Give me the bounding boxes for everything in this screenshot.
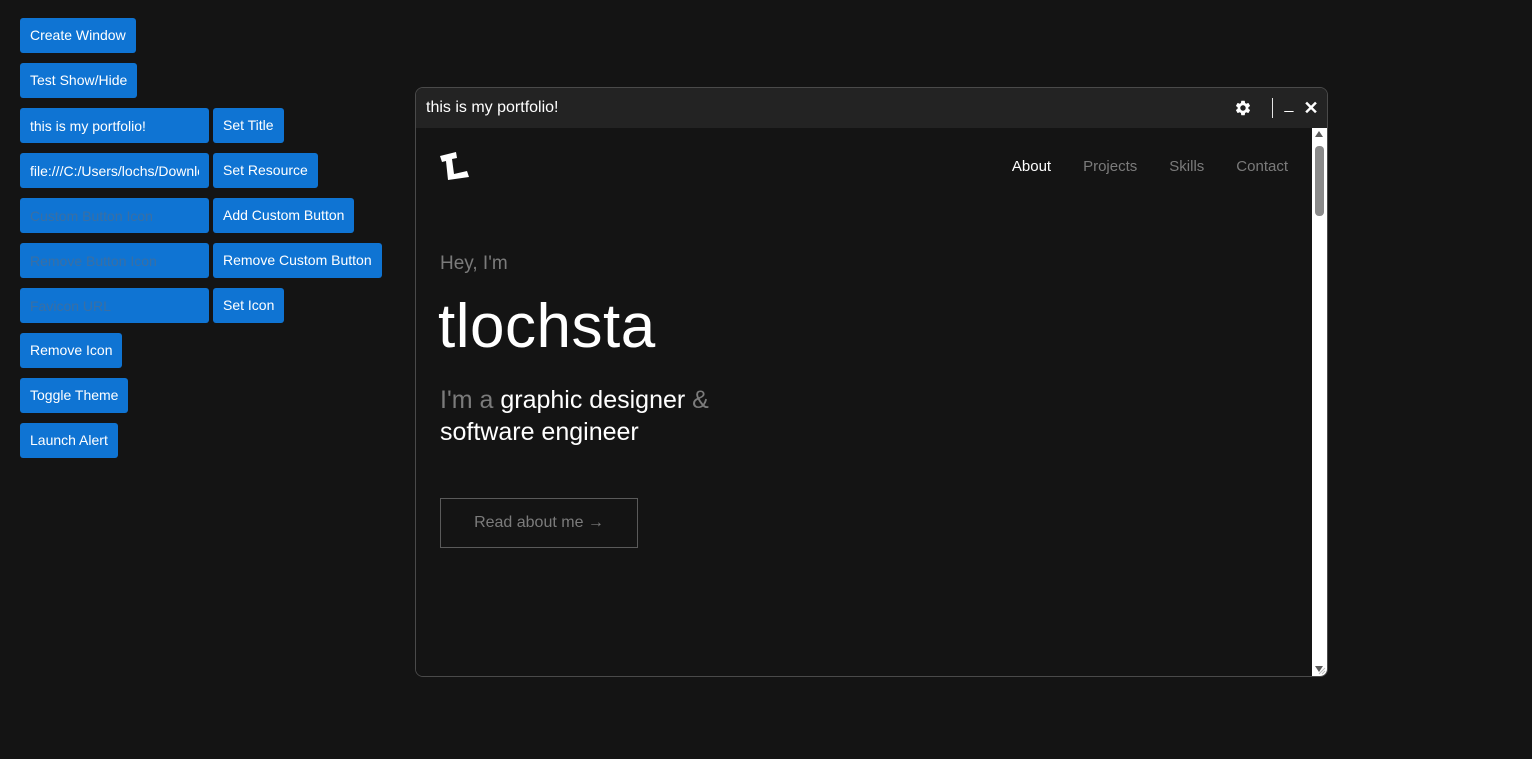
row-favicon: Set Icon [20, 288, 382, 323]
minimize-icon[interactable]: _ [1281, 97, 1297, 118]
remove-icon-button[interactable]: Remove Icon [20, 333, 123, 368]
row-show-hide: Test Show/Hide [20, 63, 382, 98]
gear-icon[interactable] [1234, 99, 1252, 117]
nav-contact[interactable]: Contact [1236, 158, 1288, 175]
row-resource: Set Resource [20, 153, 382, 188]
set-title-button[interactable]: Set Title [213, 108, 284, 143]
hero-name: tlochsta [438, 292, 656, 361]
row-create: Create Window [20, 18, 382, 53]
window-title: this is my portfolio! [426, 99, 559, 116]
greeting: Hey, I'm [440, 253, 508, 274]
resize-grip-icon[interactable] [1318, 667, 1326, 675]
set-resource-button[interactable]: Set Resource [213, 153, 318, 188]
row-theme: Toggle Theme [20, 378, 382, 413]
window-titlebar[interactable]: this is my portfolio! _ ✕ [416, 88, 1327, 128]
remove-button-icon-input[interactable] [20, 243, 209, 278]
custom-button-icon-input[interactable] [20, 198, 209, 233]
title-input[interactable] [20, 108, 209, 143]
tagline-prefix: I'm a [440, 386, 494, 414]
add-custom-button[interactable]: Add Custom Button [213, 198, 355, 233]
close-icon[interactable]: ✕ [1303, 98, 1319, 118]
favicon-url-input[interactable] [20, 288, 209, 323]
tagline-role-2: software engineer [440, 418, 639, 446]
set-icon-button[interactable]: Set Icon [213, 288, 285, 323]
titlebar-actions: _ ✕ [1234, 88, 1319, 128]
launch-alert-button[interactable]: Launch Alert [20, 423, 118, 458]
scrollbar[interactable] [1312, 128, 1327, 676]
site-nav: About Projects Skills Contact [1012, 158, 1288, 175]
row-title: Set Title [20, 108, 382, 143]
logo-icon [440, 152, 469, 180]
tagline-amp: & [692, 386, 709, 414]
nav-about[interactable]: About [1012, 158, 1051, 175]
test-show-hide-button[interactable]: Test Show/Hide [20, 63, 138, 98]
row-remove-custom: Remove Custom Button [20, 243, 382, 278]
row-add-custom: Add Custom Button [20, 198, 382, 233]
portfolio-page: About Projects Skills Contact Hey, I'm t… [416, 128, 1312, 676]
tagline-role-1: graphic designer [500, 386, 686, 414]
tagline: I'm a graphic designer & software engine… [440, 384, 709, 448]
create-window-button[interactable]: Create Window [20, 18, 136, 53]
nav-skills[interactable]: Skills [1169, 158, 1204, 175]
remove-custom-button[interactable]: Remove Custom Button [213, 243, 382, 278]
read-about-me-button[interactable]: Read about me → [440, 498, 638, 548]
titlebar-divider [1272, 98, 1273, 118]
scroll-thumb[interactable] [1315, 146, 1324, 216]
toggle-theme-button[interactable]: Toggle Theme [20, 378, 129, 413]
portfolio-window: this is my portfolio! _ ✕ About Projects… [415, 87, 1328, 677]
scroll-up-icon[interactable] [1315, 131, 1323, 137]
row-alert: Launch Alert [20, 423, 382, 458]
row-remove-icon: Remove Icon [20, 333, 382, 368]
nav-projects[interactable]: Projects [1083, 158, 1137, 175]
resource-input[interactable] [20, 153, 209, 188]
control-panel: Create Window Test Show/Hide Set Title S… [20, 18, 382, 468]
